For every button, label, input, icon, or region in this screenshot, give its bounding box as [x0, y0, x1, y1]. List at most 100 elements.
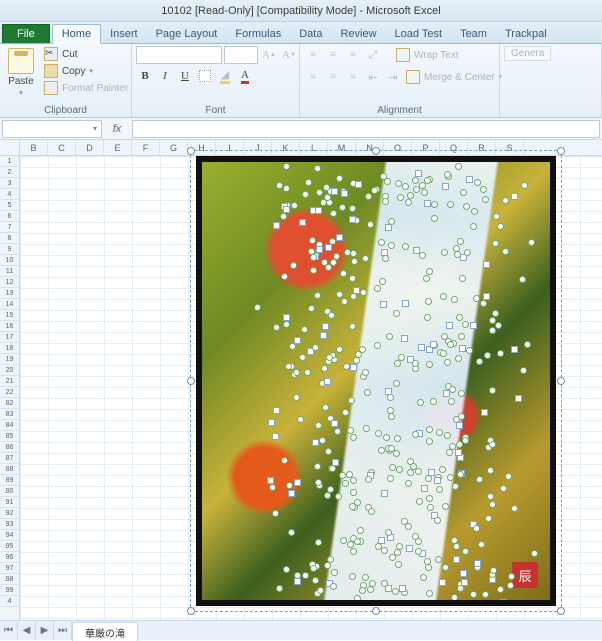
control-point[interactable] — [316, 246, 323, 253]
control-point[interactable] — [502, 197, 509, 204]
align-left-button[interactable]: ≡ — [304, 68, 322, 86]
control-point[interactable] — [314, 292, 321, 299]
merge-center-button[interactable]: Merge & Center ▾ — [404, 69, 504, 85]
row-header[interactable]: 84 — [0, 420, 19, 431]
align-right-button[interactable]: ≡ — [344, 68, 362, 86]
control-point[interactable] — [325, 448, 332, 455]
control-point[interactable] — [320, 199, 327, 206]
row-header[interactable]: 90 — [0, 486, 19, 497]
control-point[interactable] — [485, 444, 492, 451]
control-point[interactable] — [309, 561, 316, 568]
row-header[interactable]: 16 — [0, 321, 19, 332]
control-point[interactable] — [327, 486, 334, 493]
control-point[interactable] — [341, 298, 348, 305]
control-point[interactable] — [334, 428, 341, 435]
row-header[interactable]: 85 — [0, 431, 19, 442]
control-point[interactable] — [497, 223, 504, 230]
control-point[interactable] — [350, 293, 357, 300]
control-point[interactable] — [315, 479, 322, 486]
control-point[interactable] — [336, 346, 343, 353]
control-point[interactable] — [316, 482, 323, 489]
control-point[interactable] — [350, 250, 357, 257]
row-header[interactable]: 95 — [0, 541, 19, 552]
control-point[interactable] — [362, 255, 369, 262]
control-point[interactable] — [492, 240, 499, 247]
row-header[interactable]: 98 — [0, 574, 19, 585]
control-point[interactable] — [500, 599, 507, 606]
control-point[interactable] — [329, 465, 336, 472]
control-point[interactable] — [301, 326, 308, 333]
row-header[interactable]: 13 — [0, 288, 19, 299]
control-point[interactable] — [299, 354, 306, 361]
control-point[interactable] — [474, 564, 481, 571]
row-header[interactable]: 8 — [0, 233, 19, 244]
control-point[interactable] — [281, 273, 288, 280]
row-header[interactable]: 89 — [0, 475, 19, 486]
row-header[interactable]: 5 — [0, 200, 19, 211]
control-point[interactable] — [500, 485, 507, 492]
control-point[interactable] — [331, 356, 338, 363]
control-point[interactable] — [291, 371, 298, 378]
control-point[interactable] — [293, 369, 300, 376]
tab-load-test[interactable]: Load Test — [386, 25, 452, 43]
tab-insert[interactable]: Insert — [101, 25, 147, 43]
row-header[interactable]: 19 — [0, 354, 19, 365]
control-point[interactable] — [288, 529, 295, 536]
control-point[interactable] — [325, 244, 332, 251]
control-point[interactable] — [325, 264, 332, 271]
control-point[interactable] — [293, 394, 300, 401]
control-point[interactable] — [528, 239, 535, 246]
control-point[interactable] — [458, 470, 465, 477]
control-point[interactable] — [344, 249, 351, 256]
control-point[interactable] — [304, 369, 311, 376]
control-point[interactable] — [483, 293, 490, 300]
control-point[interactable] — [290, 262, 297, 269]
control-point[interactable] — [511, 505, 518, 512]
control-point[interactable] — [462, 437, 469, 444]
control-point[interactable] — [281, 203, 288, 210]
control-point[interactable] — [302, 572, 309, 579]
row-header[interactable]: 3 — [0, 178, 19, 189]
control-point[interactable] — [490, 567, 497, 574]
fill-color-button[interactable]: ◢ — [216, 67, 234, 85]
control-point[interactable] — [339, 204, 346, 211]
control-point[interactable] — [473, 525, 480, 532]
control-point[interactable] — [489, 327, 496, 334]
control-point[interactable] — [283, 185, 290, 192]
control-point[interactable] — [331, 420, 338, 427]
wrap-text-button[interactable]: Wrap Text — [394, 47, 461, 63]
control-point[interactable] — [294, 578, 301, 585]
control-point[interactable] — [531, 550, 538, 557]
align-top-button[interactable]: ≡ — [304, 46, 322, 64]
format-painter-button[interactable]: Format Painter — [42, 80, 130, 96]
control-point[interactable] — [313, 563, 320, 570]
control-point[interactable] — [521, 182, 528, 189]
control-point[interactable] — [269, 484, 276, 491]
control-point[interactable] — [497, 586, 504, 593]
control-point[interactable] — [317, 587, 324, 594]
align-center-button[interactable]: ≡ — [324, 68, 342, 86]
control-point[interactable] — [326, 199, 333, 206]
control-point[interactable] — [480, 300, 487, 307]
control-point[interactable] — [308, 248, 315, 255]
control-point[interactable] — [314, 165, 321, 172]
control-point[interactable] — [328, 465, 335, 472]
control-point[interactable] — [321, 365, 328, 372]
control-point[interactable] — [322, 404, 329, 411]
row-header[interactable]: 14 — [0, 299, 19, 310]
tab-team[interactable]: Team — [451, 25, 496, 43]
control-point[interactable] — [312, 253, 319, 260]
align-middle-button[interactable]: ≡ — [324, 46, 342, 64]
control-point[interactable] — [457, 454, 464, 461]
control-point[interactable] — [321, 259, 328, 266]
select-all-corner[interactable] — [0, 140, 20, 155]
control-point[interactable] — [520, 367, 527, 374]
control-point[interactable] — [289, 343, 296, 350]
column-header[interactable]: E — [104, 140, 132, 155]
row-header[interactable]: 96 — [0, 552, 19, 563]
worksheet-grid[interactable]: BCDEFGHIJKLMNOPQRS 123456789101112131415… — [0, 140, 602, 620]
number-format-select[interactable]: Genera — [504, 46, 551, 61]
control-point[interactable] — [457, 585, 464, 592]
control-point[interactable] — [340, 188, 347, 195]
control-point[interactable] — [291, 202, 298, 209]
